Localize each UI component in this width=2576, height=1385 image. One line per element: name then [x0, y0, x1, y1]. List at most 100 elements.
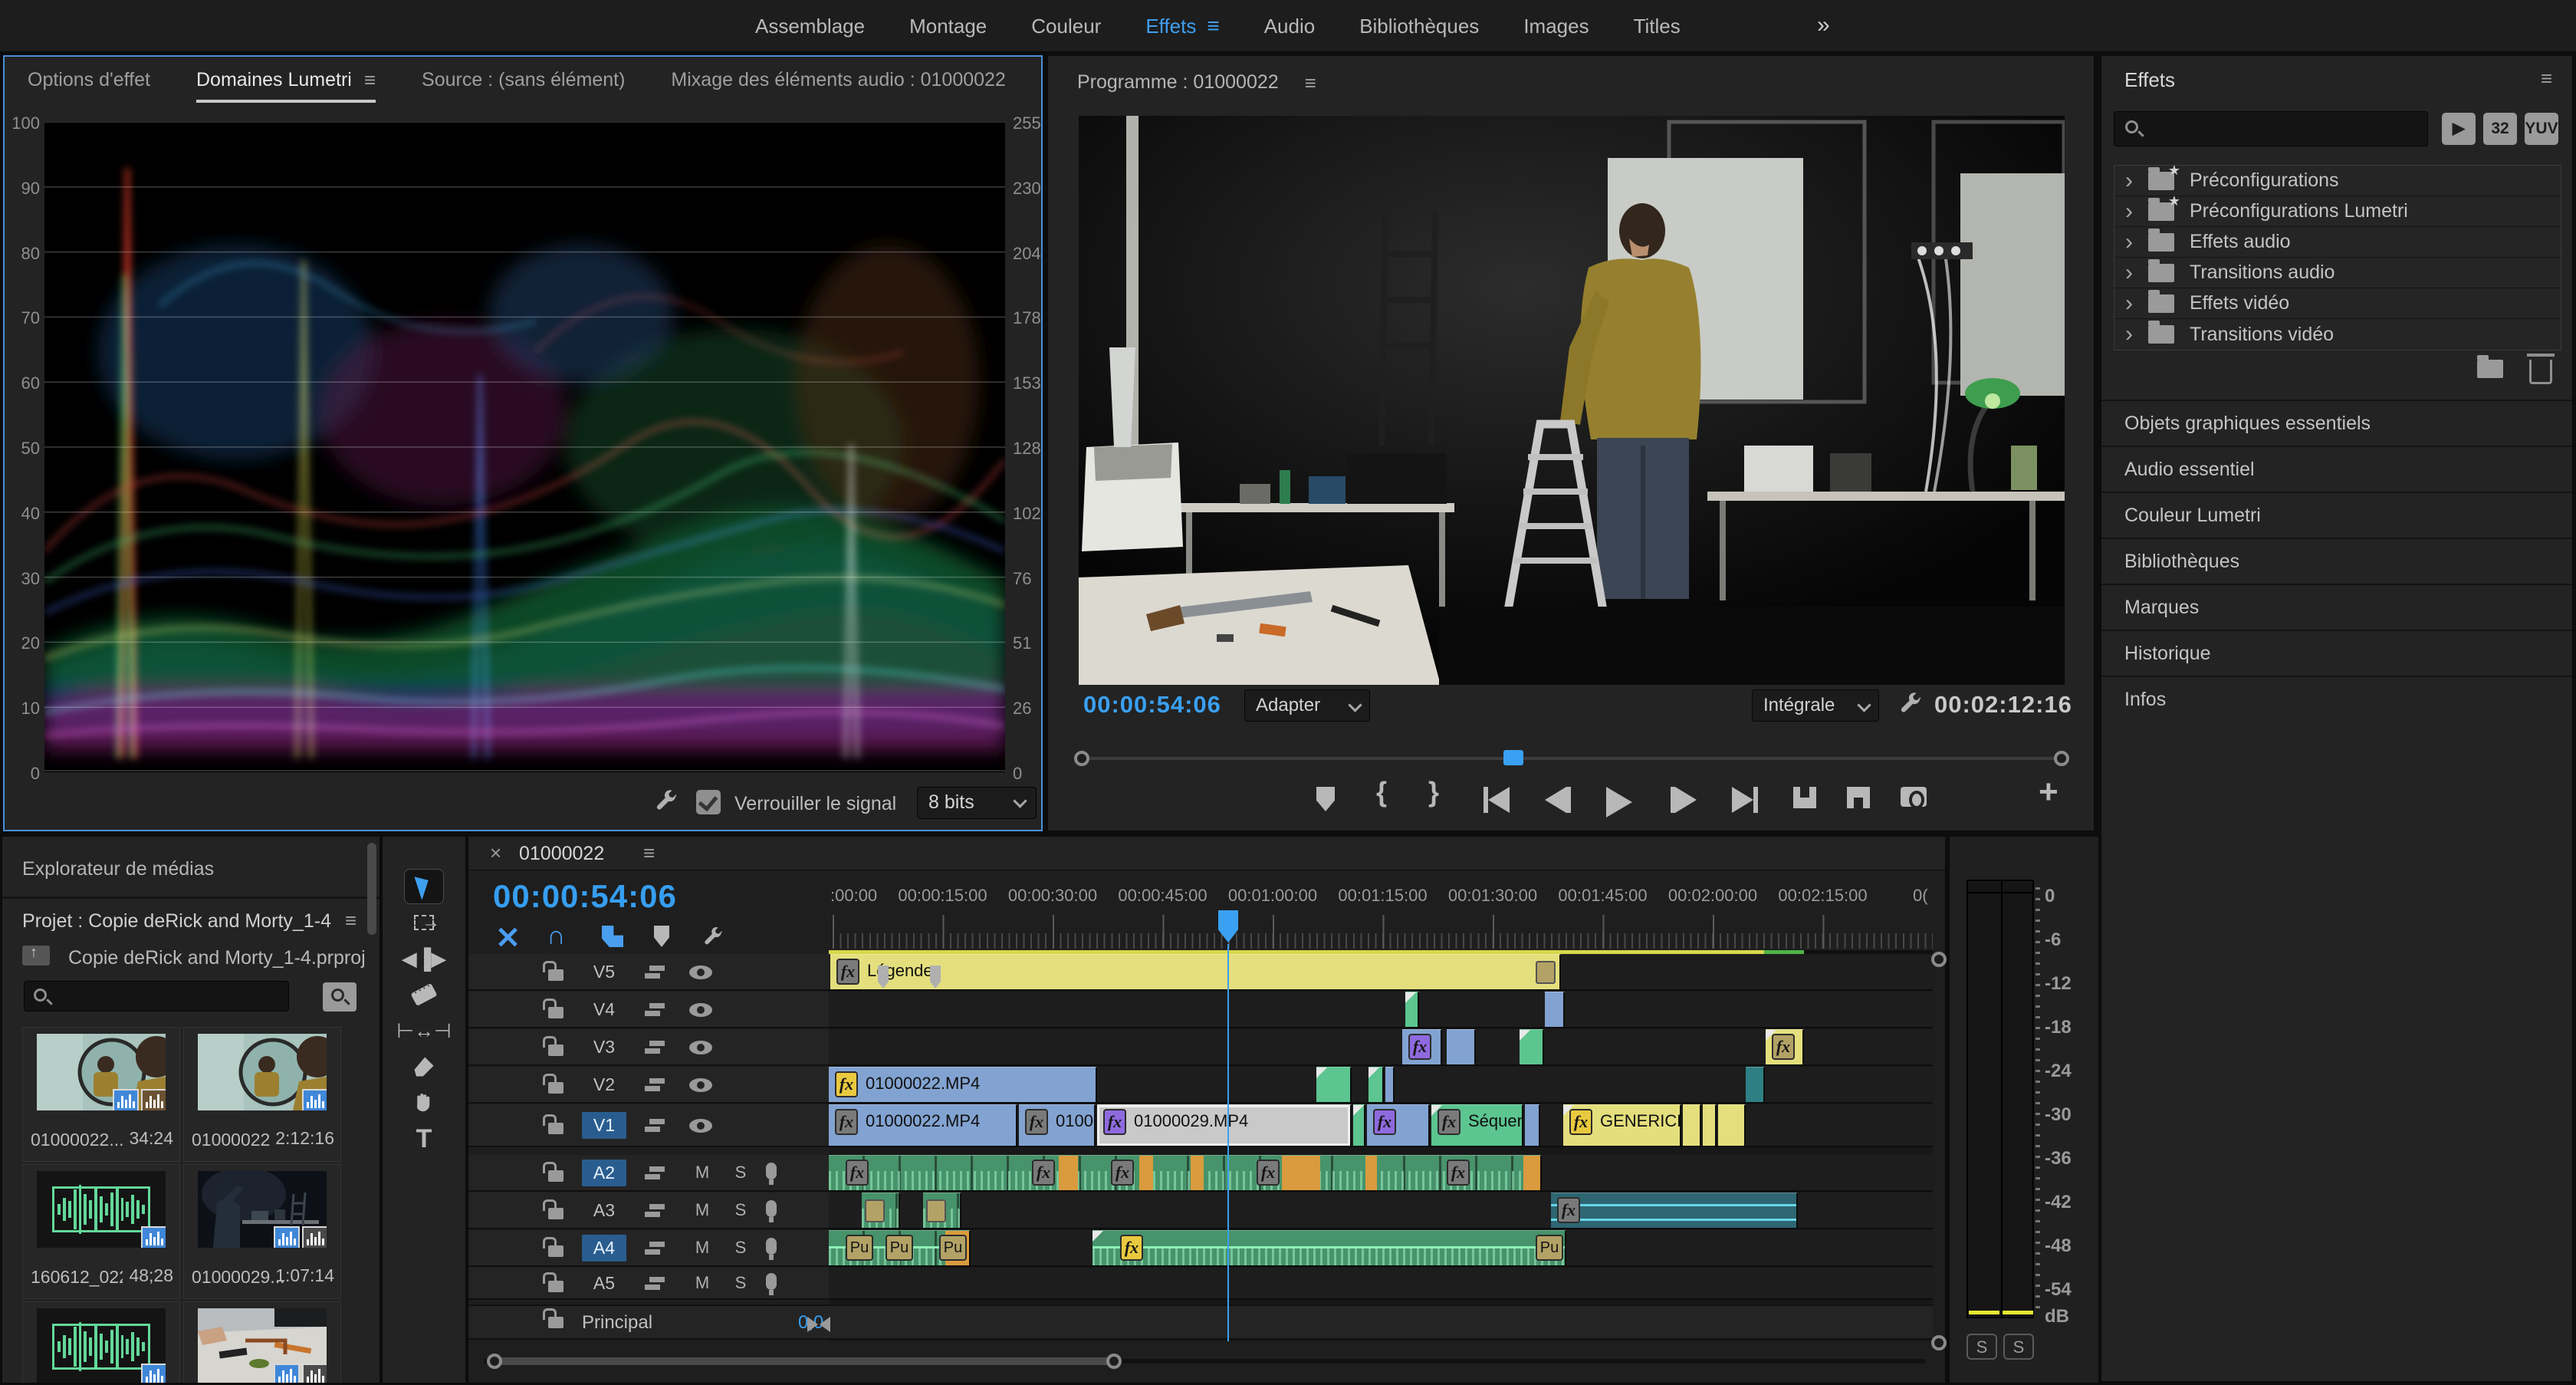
ripple-edit-tool[interactable]: ◀▐▶	[404, 941, 444, 976]
voiceover-record-icon[interactable]	[766, 1238, 777, 1255]
program-video-frame[interactable]	[1079, 116, 2065, 685]
fx-badge[interactable]: fx	[1257, 1160, 1280, 1186]
hand-tool[interactable]	[404, 1085, 444, 1120]
track-target-a5[interactable]: A5	[582, 1270, 626, 1297]
media-item[interactable]: 010000222:12:16	[183, 1027, 341, 1162]
keyframe-nav-icon[interactable]	[807, 1317, 818, 1332]
mark-in-button[interactable]: {	[1376, 776, 1387, 808]
toggle-track-output-icon[interactable]	[689, 966, 712, 979]
track-lane-a3[interactable]: fx	[829, 1193, 1933, 1229]
track-lane-v3[interactable]: fxfx	[829, 1029, 1933, 1066]
expand-arrow-icon[interactable]: ›	[2125, 200, 2133, 223]
timeline-clip[interactable]: fx01000022.MP4	[829, 1067, 1097, 1102]
lock-icon[interactable]	[548, 969, 564, 981]
project-menu-icon[interactable]: ≡	[345, 909, 356, 933]
toggle-track-output-icon[interactable]	[689, 1003, 712, 1017]
voiceover-record-icon[interactable]	[766, 1273, 777, 1290]
timeline-clip[interactable]: fx01000029.MP4	[1097, 1104, 1352, 1146]
fx-badge[interactable]: fx	[1103, 1109, 1126, 1135]
lock-icon[interactable]	[548, 1245, 564, 1257]
workspace-tab-audio[interactable]: Audio	[1264, 15, 1316, 38]
timeline-clip[interactable]	[1683, 1104, 1701, 1146]
program-scrub-bar[interactable]	[1077, 750, 2066, 767]
mark-out-button[interactable]: }	[1428, 776, 1439, 808]
sync-lock-icon[interactable]	[645, 1119, 665, 1133]
fx-badge[interactable]: fx	[835, 1071, 858, 1097]
sync-lock-icon[interactable]	[645, 1003, 665, 1017]
timeline-clip[interactable]	[1525, 1104, 1540, 1146]
panel-tab[interactable]: Source : (sans élément)	[422, 69, 625, 91]
workspace-tab-menu-icon[interactable]: ≡	[1207, 14, 1219, 38]
timeline-clip[interactable]: fxSéquenc	[1431, 1104, 1523, 1146]
effects-menu-icon[interactable]: ≡	[2541, 67, 2552, 90]
timeline-clip[interactable]	[1368, 1067, 1384, 1102]
program-settings-wrench-icon[interactable]	[1898, 691, 1924, 717]
timeline-clip[interactable]	[1385, 1067, 1395, 1102]
timeline-clip[interactable]	[1718, 1104, 1746, 1146]
project-scrollbar[interactable]	[367, 843, 376, 935]
scrub-handle-left[interactable]	[1074, 751, 1089, 766]
lock-signal-checkbox[interactable]	[696, 790, 721, 814]
effects-folder-row[interactable]: ›★Préconfigurations Lumetri	[2114, 196, 2561, 227]
zoom-handle-left[interactable]	[487, 1354, 502, 1369]
sequence-tab[interactable]: 01000022	[519, 843, 604, 865]
track-lane-a2[interactable]: fxfxfxfxfx	[829, 1155, 1933, 1192]
timeline-clip[interactable]: fxfxfxfxfx	[829, 1155, 1542, 1190]
timeline-clip[interactable]	[1520, 1029, 1544, 1064]
delete-icon[interactable]	[2529, 360, 2552, 384]
media-thumbnail[interactable]	[37, 1171, 166, 1248]
track-target-v3[interactable]: V3	[582, 1034, 626, 1061]
navigate-up-icon[interactable]	[22, 946, 50, 966]
media-thumbnail[interactable]	[198, 1034, 327, 1110]
timeline-clip[interactable]: fx01000022.MP4	[829, 1104, 1017, 1146]
track-lane-a5[interactable]	[829, 1268, 1933, 1300]
workspace-tab-effets[interactable]: Effets≡	[1145, 14, 1219, 38]
timeline-vertical-scrollbar[interactable]	[1931, 952, 1947, 1350]
lock-icon[interactable]	[548, 1317, 564, 1328]
scope-settings-wrench-icon[interactable]	[653, 788, 679, 814]
solo-left-button[interactable]: S	[1967, 1334, 1997, 1360]
timeline-clip[interactable]	[1405, 992, 1419, 1027]
panel-tab-menu-icon[interactable]: ≡	[364, 68, 376, 92]
filter-yuv-button[interactable]: YUV	[2525, 113, 2558, 145]
lock-icon[interactable]	[548, 1045, 564, 1056]
go-to-in-button[interactable]	[1484, 787, 1510, 813]
playback-quality-select[interactable]: Intégrale	[1752, 689, 1879, 722]
button-editor-plus[interactable]: +	[2039, 773, 2058, 811]
slip-tool[interactable]: ⊢↔⊣	[404, 1013, 444, 1048]
panel-tab-objets-graphiques-essentiels[interactable]: Objets graphiques essentiels	[2101, 400, 2572, 446]
workspace-tab-bibliothèques[interactable]: Bibliothèques	[1359, 15, 1479, 38]
timeline-clip[interactable]: fx	[1402, 1029, 1442, 1064]
timeline-clip[interactable]	[1447, 1029, 1476, 1064]
media-browser-tab[interactable]: Explorateur de médias	[22, 858, 214, 880]
add-marker-icon[interactable]	[654, 926, 669, 947]
close-sequence-icon[interactable]: ×	[490, 841, 501, 865]
effects-folder-row[interactable]: ›★Préconfigurations	[2114, 166, 2561, 196]
track-lane-v4[interactable]	[829, 992, 1933, 1028]
media-thumbnail[interactable]	[198, 1308, 327, 1383]
new-custom-bin-icon[interactable]	[2477, 360, 2503, 378]
timeline-clip[interactable]: fx01000	[1019, 1104, 1096, 1146]
timeline-horizontal-scrollbar[interactable]	[484, 1352, 1925, 1370]
panel-tab[interactable]: Options d'effet	[28, 69, 150, 91]
timeline-clip[interactable]: fxLégendes	[830, 954, 1561, 989]
filter-32bit-button[interactable]: 32	[2483, 113, 2517, 145]
go-to-out-button[interactable]	[1732, 787, 1758, 813]
selection-tool[interactable]	[404, 869, 444, 904]
lock-icon[interactable]	[548, 1082, 564, 1094]
find-button[interactable]	[323, 982, 356, 1012]
track-lane-v1[interactable]: fx01000022.MP4fx01000fx01000029.MP4fxfxS…	[829, 1104, 1933, 1147]
scrub-handle-right[interactable]	[2054, 751, 2069, 766]
media-item[interactable]: 01000022....34:24	[22, 1027, 180, 1162]
vscroll-handle-top[interactable]	[1931, 952, 1947, 967]
track-target-v1[interactable]: V1	[582, 1112, 626, 1139]
timeline-clip[interactable]: fx	[1367, 1104, 1430, 1146]
mute-button[interactable]: M	[691, 1238, 714, 1258]
fx-badge[interactable]: fx	[1032, 1160, 1055, 1186]
solo-button[interactable]: S	[729, 1238, 752, 1258]
effects-search-input[interactable]	[2114, 111, 2428, 146]
timeline-settings-wrench-icon[interactable]	[702, 926, 724, 949]
lock-icon[interactable]	[548, 1007, 564, 1018]
nest-sequences-icon[interactable]	[496, 926, 519, 949]
expand-arrow-icon[interactable]: ›	[2125, 169, 2133, 192]
